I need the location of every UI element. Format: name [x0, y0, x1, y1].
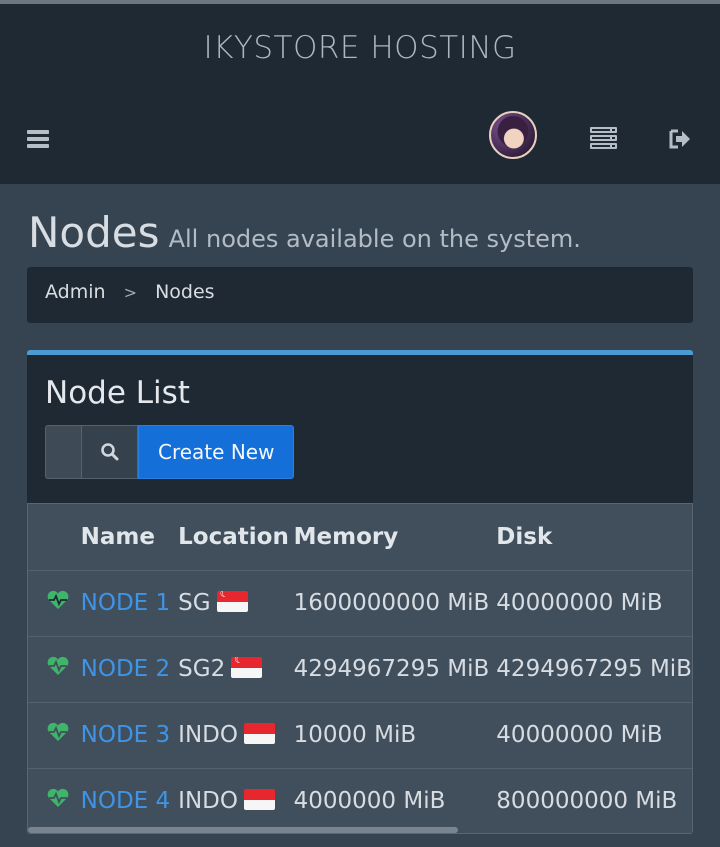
- table-header-row: Name Location Memory Disk: [28, 504, 692, 570]
- column-name: Name: [80, 523, 155, 550]
- page-subtitle: All nodes available on the system.: [168, 225, 581, 253]
- memory-cell: 4294967295 MiB: [293, 635, 497, 702]
- memory-cell: 1600000000 MiB: [293, 569, 497, 636]
- location-cell: SG: [178, 569, 294, 636]
- brand-title[interactable]: IKYSTORE HOSTING: [0, 30, 720, 66]
- breadcrumb-admin[interactable]: Admin: [45, 281, 106, 303]
- column-location: Location: [178, 523, 289, 550]
- table-row: NODE 2 SG2 4294967295 MiB 4294967295 MiB: [28, 635, 692, 702]
- disk-cell: 800000000 MiB: [496, 767, 692, 833]
- disk-cell: 4294967295 MiB: [496, 635, 692, 702]
- search-icon: [100, 443, 118, 461]
- location-cell: INDO: [178, 767, 294, 833]
- breadcrumb: Admin > Nodes: [27, 267, 693, 323]
- location-text: INDO: [178, 722, 238, 748]
- heartbeat-icon: [28, 767, 81, 833]
- heartbeat-icon: [28, 569, 81, 636]
- page-title: Nodes: [28, 208, 160, 257]
- page-header: Nodes All nodes available on the system.: [28, 208, 581, 257]
- table-row: NODE 3 INDO 10000 MiB 40000000 MiB: [28, 701, 692, 768]
- location-text: SG2: [178, 656, 226, 682]
- indonesia-flag-icon: [243, 723, 275, 744]
- create-new-button[interactable]: Create New: [138, 425, 295, 479]
- node-link[interactable]: NODE 2: [81, 656, 171, 682]
- disk-cell: 40000000 MiB: [496, 701, 692, 768]
- singapore-flag-icon: [231, 657, 263, 678]
- heartbeat-icon: [28, 701, 81, 768]
- memory-cell: 4000000 MiB: [293, 767, 497, 833]
- singapore-flag-icon: [216, 591, 248, 612]
- location-cell: INDO: [178, 701, 294, 768]
- node-link[interactable]: NODE 3: [81, 722, 171, 748]
- column-status: [28, 504, 81, 570]
- disk-cell: 40000000 MiB: [496, 569, 692, 636]
- table-row: NODE 4 INDO 4000000 MiB 800000000 MiB: [28, 767, 692, 833]
- breadcrumb-nodes: Nodes: [155, 281, 215, 303]
- avatar[interactable]: [489, 111, 537, 159]
- table-row: NODE 1 SG 1600000000 MiB 40000000 MiB: [28, 569, 692, 636]
- server-icon[interactable]: [590, 127, 617, 150]
- node-link[interactable]: NODE 1: [81, 590, 171, 616]
- column-memory: Memory: [293, 523, 399, 550]
- nodes-table-container[interactable]: Name Location Memory Disk NODE 1 SG 1600…: [27, 503, 693, 834]
- node-list-panel: Node List Create New Name Location Memor…: [27, 350, 693, 834]
- memory-cell: 10000 MiB: [293, 701, 497, 768]
- search-input[interactable]: [45, 425, 81, 479]
- indonesia-flag-icon: [243, 789, 275, 811]
- horizontal-scrollbar[interactable]: [28, 827, 458, 833]
- logout-icon[interactable]: [668, 128, 692, 150]
- nodes-table: Name Location Memory Disk NODE 1 SG 1600…: [28, 504, 692, 833]
- search-button[interactable]: [81, 425, 138, 479]
- search-group: Create New: [45, 425, 295, 479]
- breadcrumb-separator: >: [123, 283, 138, 302]
- location-cell: SG2: [178, 635, 294, 702]
- panel-title: Node List: [45, 375, 190, 411]
- node-link[interactable]: NODE 4: [81, 788, 171, 814]
- location-text: INDO: [178, 788, 238, 815]
- column-disk: Disk: [496, 523, 553, 550]
- menu-icon[interactable]: [27, 130, 49, 148]
- heartbeat-icon: [28, 635, 81, 702]
- location-text: SG: [178, 590, 211, 616]
- top-navbar: IKYSTORE HOSTING: [0, 4, 720, 184]
